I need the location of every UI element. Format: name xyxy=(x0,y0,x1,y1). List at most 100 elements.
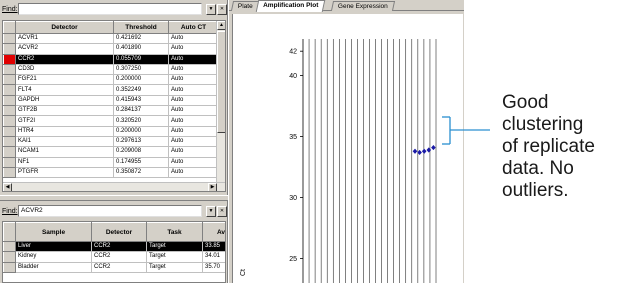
scroll-right-icon[interactable]: ▶ xyxy=(208,183,217,191)
row-marker[interactable] xyxy=(3,240,16,253)
scroll-up-icon[interactable]: ▲ xyxy=(217,21,225,30)
row-marker[interactable] xyxy=(3,125,16,137)
sample-find-dropdown-button[interactable]: ▼ xyxy=(206,205,216,217)
table-row[interactable]: ACVR2 0.401890 Auto xyxy=(3,43,219,55)
column-header-avg[interactable]: Avg xyxy=(202,222,225,242)
table-cell-detector[interactable]: GAPDH xyxy=(15,94,114,107)
table-cell-threshold[interactable]: 0.284137 xyxy=(113,105,169,117)
table-row[interactable]: FLT4 0.352249 Auto xyxy=(3,84,219,96)
table-cell-detector[interactable]: NF1 xyxy=(15,156,114,168)
table-cell-detector[interactable]: FLT4 xyxy=(15,84,114,96)
table-cell-auto-ct[interactable]: Auto xyxy=(168,166,219,179)
row-marker[interactable] xyxy=(3,84,16,96)
table-cell-auto-ct[interactable]: Auto xyxy=(168,43,219,55)
table-cell-auto-ct[interactable]: Auto xyxy=(168,135,219,148)
table-row[interactable]: NCAM1 0.209008 Auto xyxy=(3,146,219,158)
table-cell-threshold[interactable]: 0.055709 xyxy=(113,53,169,65)
row-marker[interactable] xyxy=(3,135,16,148)
table-cell-avg[interactable]: 33.85 xyxy=(202,240,225,253)
table-cell-auto-ct[interactable]: Auto xyxy=(168,146,219,158)
table-row[interactable]: FGF21 0.200000 Auto xyxy=(3,74,219,86)
table-cell-detector[interactable]: GTF2I xyxy=(15,115,114,127)
table-cell-threshold[interactable]: 0.352249 xyxy=(113,84,169,96)
table-row[interactable]: HTR4 0.200000 Auto xyxy=(3,125,219,137)
table-cell-detector[interactable]: HTR4 xyxy=(15,125,114,137)
table-cell-threshold[interactable]: 0.200000 xyxy=(113,125,169,137)
row-marker[interactable] xyxy=(3,53,16,65)
table-cell-detector[interactable]: CCR2 xyxy=(91,261,147,273)
table-cell-detector[interactable]: CCR2 xyxy=(15,53,114,65)
tab-amplification-plot[interactable]: Amplification Plot xyxy=(255,0,326,12)
table-cell-detector[interactable]: PTGFR xyxy=(15,166,114,179)
table-cell-detector[interactable]: FGF21 xyxy=(15,74,114,86)
column-header-detector[interactable]: Detector xyxy=(15,21,114,34)
table-cell-auto-ct[interactable]: Auto xyxy=(168,74,219,86)
sample-find-input[interactable]: ACVR2 xyxy=(18,205,202,217)
table-row[interactable]: CCR2 0.055709 Auto xyxy=(3,53,219,65)
table-row[interactable]: GTF2B 0.284137 Auto xyxy=(3,105,219,117)
pane-splitter[interactable] xyxy=(0,195,228,201)
table-cell-threshold[interactable]: 0.421692 xyxy=(113,32,169,45)
table-cell-auto-ct[interactable]: Auto xyxy=(168,115,219,127)
table-cell-sample[interactable]: Kidney xyxy=(15,251,92,263)
table-cell-threshold[interactable]: 0.307250 xyxy=(113,63,169,76)
row-marker[interactable] xyxy=(3,74,16,86)
table-cell-threshold[interactable]: 0.350872 xyxy=(113,166,169,179)
row-marker[interactable] xyxy=(3,43,16,55)
table-cell-auto-ct[interactable]: Auto xyxy=(168,94,219,107)
detector-horizontal-scrollbar[interactable]: ◀ ▶ xyxy=(3,182,225,191)
table-cell-detector[interactable]: CCR2 xyxy=(91,251,147,263)
table-cell-threshold[interactable]: 0.401890 xyxy=(113,43,169,55)
table-cell-detector[interactable]: CCR2 xyxy=(91,240,147,253)
table-cell-avg[interactable]: 34.01 xyxy=(202,251,225,263)
detector-find-close-button[interactable]: ✕ xyxy=(217,3,227,15)
table-row[interactable]: GAPDH 0.415943 Auto xyxy=(3,94,219,107)
table-cell-detector[interactable]: ACVR2 xyxy=(15,43,114,55)
table-cell-task[interactable]: Target xyxy=(146,261,203,273)
row-marker[interactable] xyxy=(3,115,16,127)
table-cell-detector[interactable]: NCAM1 xyxy=(15,146,114,158)
scroll-thumb[interactable] xyxy=(217,31,225,133)
row-marker[interactable] xyxy=(3,166,16,179)
table-cell-detector[interactable]: CD3D xyxy=(15,63,114,76)
table-cell-detector[interactable]: GTF2B xyxy=(15,105,114,117)
table-row[interactable]: CD3D 0.307250 Auto xyxy=(3,63,219,76)
tab-gene-expression[interactable]: Gene Expression xyxy=(330,1,395,11)
row-marker[interactable] xyxy=(3,251,16,263)
table-row[interactable]: Liver CCR2 Target 33.85 xyxy=(3,240,225,253)
row-marker[interactable] xyxy=(3,63,16,76)
table-cell-sample[interactable]: Liver xyxy=(15,240,92,253)
table-cell-auto-ct[interactable]: Auto xyxy=(168,32,219,45)
table-row[interactable]: Kidney CCR2 Target 34.01 xyxy=(3,251,225,263)
table-cell-detector[interactable]: ACVR1 xyxy=(15,32,114,45)
column-header-sample[interactable]: Sample xyxy=(15,222,92,242)
column-header-threshold[interactable]: Threshold xyxy=(113,21,169,34)
column-header-detector[interactable]: Detector xyxy=(91,222,147,242)
table-cell-threshold[interactable]: 0.297613 xyxy=(113,135,169,148)
detector-vertical-scrollbar[interactable]: ▲ xyxy=(216,21,225,182)
table-cell-auto-ct[interactable]: Auto xyxy=(168,156,219,168)
column-header-auto-ct[interactable]: Auto CT xyxy=(168,21,219,34)
row-marker[interactable] xyxy=(3,261,16,273)
table-cell-avg[interactable]: 35.70 xyxy=(202,261,225,273)
scroll-left-icon[interactable]: ◀ xyxy=(3,183,12,191)
table-cell-auto-ct[interactable]: Auto xyxy=(168,63,219,76)
table-cell-detector[interactable]: KAI1 xyxy=(15,135,114,148)
row-marker[interactable] xyxy=(3,32,16,45)
table-row[interactable]: PTGFR 0.350872 Auto xyxy=(3,166,219,179)
row-marker[interactable] xyxy=(3,94,16,107)
table-cell-threshold[interactable]: 0.415943 xyxy=(113,94,169,107)
row-marker[interactable] xyxy=(3,156,16,168)
table-cell-auto-ct[interactable]: Auto xyxy=(168,84,219,96)
row-marker[interactable] xyxy=(3,146,16,158)
table-cell-sample[interactable]: Bladder xyxy=(15,261,92,273)
table-row[interactable]: NF1 0.174955 Auto xyxy=(3,156,219,168)
table-row[interactable]: Bladder CCR2 Target 35.70 xyxy=(3,261,225,273)
table-cell-threshold[interactable]: 0.174955 xyxy=(113,156,169,168)
row-marker[interactable] xyxy=(3,105,16,117)
table-cell-auto-ct[interactable]: Auto xyxy=(168,53,219,65)
table-row[interactable]: GTF2I 0.320520 Auto xyxy=(3,115,219,127)
table-cell-threshold[interactable]: 0.209008 xyxy=(113,146,169,158)
table-cell-task[interactable]: Target xyxy=(146,240,203,253)
column-header-task[interactable]: Task xyxy=(146,222,203,242)
